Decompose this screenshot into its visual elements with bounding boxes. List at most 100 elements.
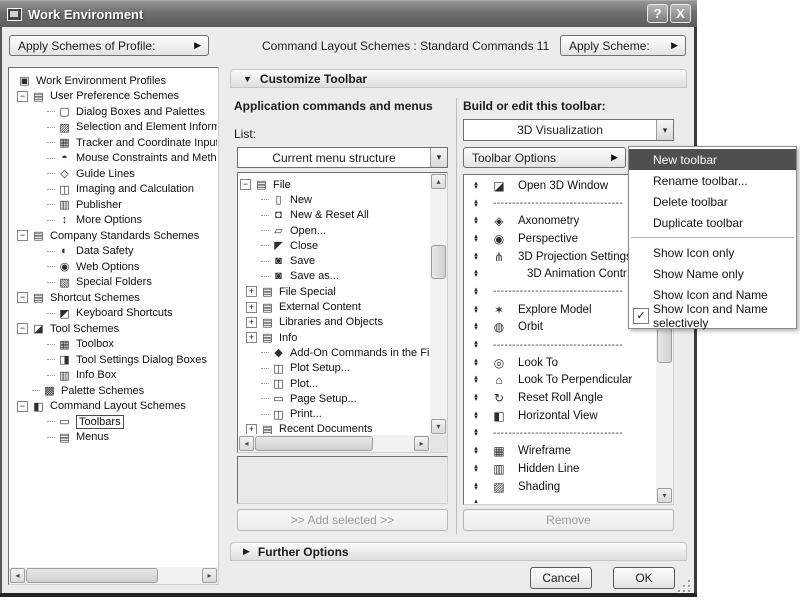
drag-handle-icon[interactable]: ▴▾ (470, 253, 482, 261)
scroll-down-icon[interactable]: ▾ (431, 419, 446, 434)
toolbar-separator-row[interactable]: ▴▾---------------------------------- (464, 425, 656, 443)
profile-tree-item[interactable]: ▩Palette Schemes (11, 383, 217, 399)
expand-plus-icon[interactable]: + (246, 332, 257, 343)
cancel-button[interactable]: Cancel (530, 567, 592, 589)
expand-plus-icon[interactable]: + (246, 424, 257, 434)
command-tree-item[interactable]: ◫Plot... (240, 376, 430, 391)
menu-item[interactable]: ✓Show Icon and Name selectively (629, 305, 796, 326)
resize-grip[interactable] (676, 580, 692, 594)
apply-schemes-of-profile-button[interactable]: Apply Schemes of Profile: ▶ (9, 35, 209, 56)
menu-item[interactable]: Rename toolbar... (629, 170, 796, 191)
command-vscroll-thumb[interactable] (431, 245, 446, 279)
collapse-minus-icon[interactable]: − (17, 292, 28, 303)
command-tree-item[interactable]: ▯New (240, 192, 430, 207)
help-button[interactable]: ? (647, 4, 668, 23)
command-tree-item[interactable]: +▤Recent Documents (240, 422, 430, 434)
profile-tree-item[interactable]: ▧Special Folders (11, 275, 217, 291)
drag-handle-icon[interactable]: ▴▾ (470, 288, 482, 296)
close-icon[interactable]: X (670, 4, 691, 23)
command-tree-item[interactable]: −▤File (240, 177, 430, 192)
drag-handle-icon[interactable]: ▴▾ (470, 483, 482, 491)
command-tree-item[interactable]: +▤External Content (240, 299, 430, 314)
scroll-right-icon[interactable]: ▸ (202, 568, 217, 583)
drag-handle-icon[interactable]: ▴▾ (470, 376, 482, 384)
profile-tree-item[interactable]: −◧Command Layout Schemes (11, 399, 217, 415)
scroll-up-icon[interactable]: ▴ (431, 174, 446, 189)
command-tree-item[interactable]: ◘New & Reset All (240, 208, 430, 223)
profile-tree-item[interactable]: ◫Imaging and Calculation (11, 182, 217, 198)
command-tree-item[interactable]: ▭Page Setup... (240, 391, 430, 406)
expand-plus-icon[interactable]: + (246, 302, 257, 313)
scroll-left-icon[interactable]: ◂ (239, 436, 254, 451)
menu-item[interactable]: Duplicate toolbar (629, 212, 796, 233)
profile-tree-item[interactable]: ◉Web Options (11, 259, 217, 275)
toolbar-item-row[interactable]: ▴▾▨Shading (464, 478, 656, 496)
drag-handle-icon[interactable]: ▴▾ (470, 270, 482, 278)
ok-button[interactable]: OK (613, 567, 675, 589)
scroll-left-icon[interactable]: ◂ (10, 568, 25, 583)
collapse-minus-icon[interactable]: − (240, 179, 251, 190)
profile-tree-item[interactable]: ▣Work Environment Profiles (11, 73, 217, 89)
toolbar-item-row[interactable]: ▴▾▥Hidden Line (464, 460, 656, 478)
command-tree-item[interactable]: ◙Save (240, 253, 430, 268)
command-tree-item[interactable]: +▤Info (240, 330, 430, 345)
drag-handle-icon[interactable]: ▴▾ (470, 323, 482, 331)
toolbar-select-combo[interactable]: 3D Visualization ▾ (463, 119, 674, 141)
drag-handle-icon[interactable]: ▴▾ (470, 341, 482, 349)
add-selected-button[interactable]: >> Add selected >> (237, 509, 448, 531)
profile-tree-item[interactable]: ▢Dialog Boxes and Palettes (11, 104, 217, 120)
profile-tree-item[interactable]: ↕More Options (11, 213, 217, 229)
drag-handle-icon[interactable]: ▴▾ (470, 200, 482, 208)
collapse-minus-icon[interactable]: − (17, 230, 28, 241)
profile-tree-item[interactable]: ▦Toolbox (11, 337, 217, 353)
profile-tree-item[interactable]: ◨Tool Settings Dialog Boxes (11, 352, 217, 368)
command-hscroll-thumb[interactable] (255, 436, 373, 451)
drag-handle-icon[interactable]: ▴▾ (470, 217, 482, 225)
command-tree-item[interactable]: ◫Plot Setup... (240, 361, 430, 376)
command-tree-item[interactable]: +▤Libraries and Objects (240, 315, 430, 330)
profile-tree-item[interactable]: ◓Mouse Constraints and Methods (11, 151, 217, 167)
drag-handle-icon[interactable]: ▴▾ (470, 412, 482, 420)
menu-structure-combo[interactable]: Current menu structure ▾ (237, 147, 448, 168)
command-tree-item[interactable]: ◤Close (240, 238, 430, 253)
drag-handle-icon[interactable]: ▴▾ (470, 429, 482, 437)
drag-handle-icon[interactable]: ▴▾ (470, 465, 482, 473)
profile-tree-item[interactable]: ◩Keyboard Shortcuts (11, 306, 217, 322)
collapse-minus-icon[interactable]: − (17, 401, 28, 412)
toolbar-item-row[interactable]: ▴▾▦Wireframe (464, 442, 656, 460)
drag-handle-icon[interactable]: ▴▾ (470, 394, 482, 402)
command-tree-item[interactable]: ◫Print... (240, 406, 430, 421)
profile-tree-item[interactable]: −▤Company Standards Schemes (11, 228, 217, 244)
toolbar-item-row[interactable]: ▴▾◧Horizontal View (464, 407, 656, 425)
scroll-right-icon[interactable]: ▸ (414, 436, 429, 451)
command-tree-item[interactable]: ◆Add-On Commands in the File (240, 345, 430, 360)
toolbar-item-row[interactable]: ▴▾⌂Look To Perpendicular (464, 372, 656, 390)
profile-tree-item[interactable]: ▭Toolbars (11, 414, 217, 430)
menu-item[interactable]: New toolbar (629, 149, 796, 170)
apply-scheme-button[interactable]: Apply Scheme: ▶ (560, 35, 686, 56)
profile-tree-item[interactable]: −◪Tool Schemes (11, 321, 217, 337)
drag-handle-icon[interactable]: ▴▾ (470, 235, 482, 243)
customize-toolbar-header[interactable]: ▼ Customize Toolbar (230, 69, 687, 88)
drag-handle-icon[interactable]: ▴▾ (470, 447, 482, 455)
toolbar-item-row[interactable]: ▴▾◎Look To (464, 354, 656, 372)
toolbar-options-button[interactable]: Toolbar Options ▶ (463, 147, 626, 168)
collapse-minus-icon[interactable]: − (17, 91, 28, 102)
collapse-minus-icon[interactable]: − (17, 323, 28, 334)
profile-tree-item[interactable]: ▦Tracker and Coordinate Input (11, 135, 217, 151)
toolbar-item-row[interactable]: ▴▾↻Reset Roll Angle (464, 389, 656, 407)
profile-tree-item[interactable]: ▨Selection and Element Information (11, 120, 217, 136)
profiles-hscroll-thumb[interactable] (26, 568, 158, 583)
command-tree-item[interactable]: ▱Open... (240, 223, 430, 238)
scroll-down-icon[interactable]: ▾ (657, 488, 672, 503)
menu-item[interactable]: Show Name only (629, 263, 796, 284)
further-options-header[interactable]: ▶ Further Options (230, 542, 687, 561)
profile-tree-item[interactable]: −▤User Preference Schemes (11, 89, 217, 105)
toolbar-separator-row[interactable]: ▴▾---------------------------------- (464, 336, 656, 354)
profile-tree-item[interactable]: −▤Shortcut Schemes (11, 290, 217, 306)
menu-item[interactable]: Delete toolbar (629, 191, 796, 212)
remove-button[interactable]: Remove (463, 509, 674, 531)
command-tree-item[interactable]: ◙Save as... (240, 269, 430, 284)
profile-tree-item[interactable]: ▥Info Box (11, 368, 217, 384)
profile-tree-item[interactable]: ▤Menus (11, 430, 217, 446)
